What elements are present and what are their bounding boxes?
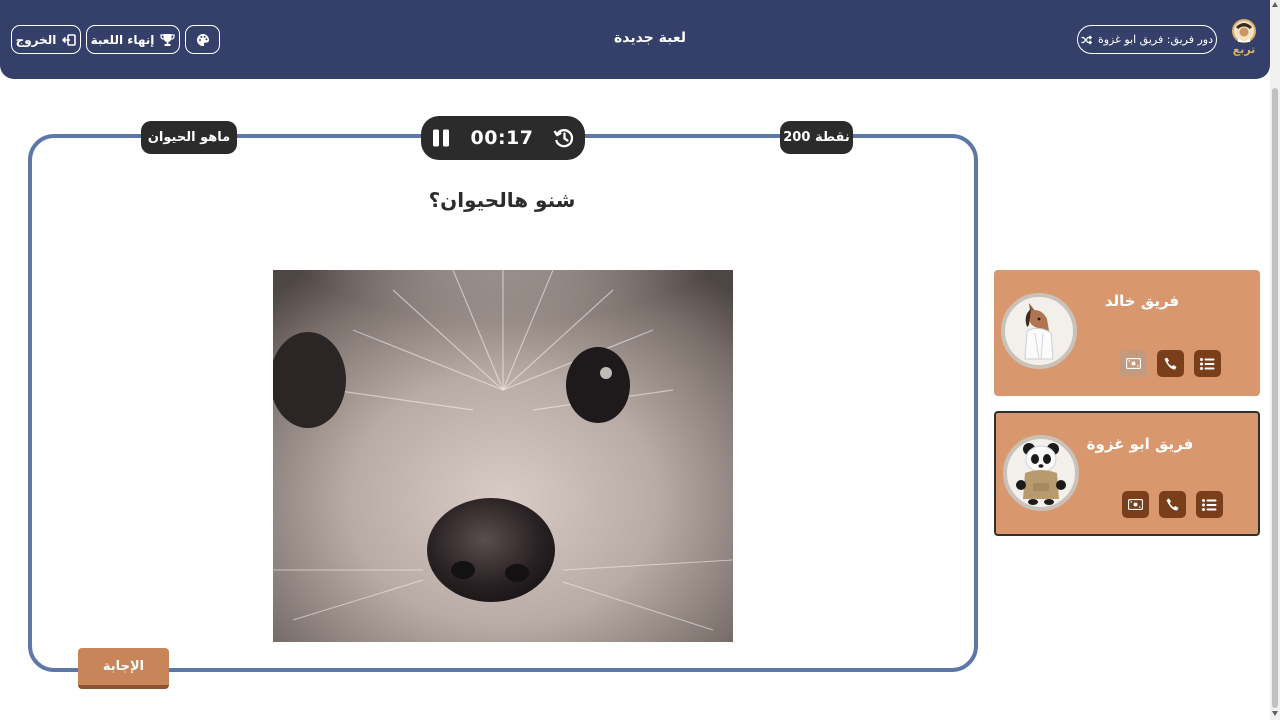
app-header: الخروج إنهاء اللعبة لعبة جديدة دور فريق:… — [0, 0, 1270, 79]
exit-icon — [62, 33, 77, 46]
swap-icon — [1128, 499, 1143, 510]
history-icon — [553, 129, 574, 148]
phone-icon — [1166, 498, 1179, 511]
team-swap-button[interactable] — [1120, 350, 1147, 377]
team-call-button[interactable] — [1159, 491, 1186, 518]
pause-button[interactable] — [431, 128, 451, 148]
swap-icon — [1126, 358, 1141, 369]
question-image — [273, 270, 733, 642]
team-call-button[interactable] — [1157, 350, 1184, 377]
current-turn-label: دور فريق: فريق ابو غزوة — [1097, 33, 1214, 46]
theme-button[interactable] — [185, 25, 220, 54]
points-badge: 200 نقطة — [780, 121, 853, 154]
exit-label: الخروج — [15, 32, 57, 47]
team-list-button[interactable] — [1194, 350, 1221, 377]
reset-timer-button[interactable] — [553, 127, 575, 149]
end-game-button[interactable]: إنهاء اللعبة — [86, 25, 180, 54]
horse-avatar-icon — [1024, 303, 1054, 360]
scrollbar-thumb[interactable] — [1272, 88, 1278, 708]
page-scrollbar[interactable] — [1270, 0, 1280, 720]
exit-button[interactable]: الخروج — [11, 25, 81, 54]
logo-text: تربع — [1232, 43, 1256, 56]
team-name: فريق خالد — [1104, 292, 1180, 310]
team-swap-button[interactable] — [1122, 491, 1149, 518]
phone-icon — [1164, 357, 1177, 370]
team-list-button[interactable] — [1196, 491, 1223, 518]
pause-icon — [433, 129, 449, 147]
current-turn-button[interactable]: دور فريق: فريق ابو غزوة — [1077, 25, 1217, 54]
team-name: فريق ابو غزوة — [1086, 435, 1194, 453]
hedgehog-image — [273, 270, 733, 642]
question-text: شنو هالحيوان؟ — [428, 188, 576, 212]
team-card-khaled: فريق خالد — [994, 270, 1260, 396]
list-icon — [1200, 357, 1215, 370]
page-title: لعبة جديدة — [613, 30, 687, 46]
list-icon — [1202, 498, 1217, 511]
category-badge: ماهو الحيوان — [141, 121, 237, 154]
team-avatar — [1001, 293, 1077, 369]
scroll-down-arrow-icon[interactable] — [1272, 711, 1278, 716]
team-card-abu-ghazwa: فريق ابو غزوة — [994, 411, 1260, 536]
panda-avatar-icon — [1016, 443, 1066, 505]
trophy-icon — [160, 33, 176, 46]
timer-value: 00:17 — [470, 127, 534, 149]
palette-icon — [196, 33, 209, 46]
scroll-up-arrow-icon[interactable] — [1272, 2, 1278, 7]
timer-panel: 00:17 — [421, 116, 585, 160]
end-game-label: إنهاء اللعبة — [90, 32, 155, 47]
team-avatar — [1003, 435, 1079, 511]
shuffle-icon — [1081, 34, 1092, 45]
answer-button[interactable]: الإجابة — [78, 648, 169, 689]
